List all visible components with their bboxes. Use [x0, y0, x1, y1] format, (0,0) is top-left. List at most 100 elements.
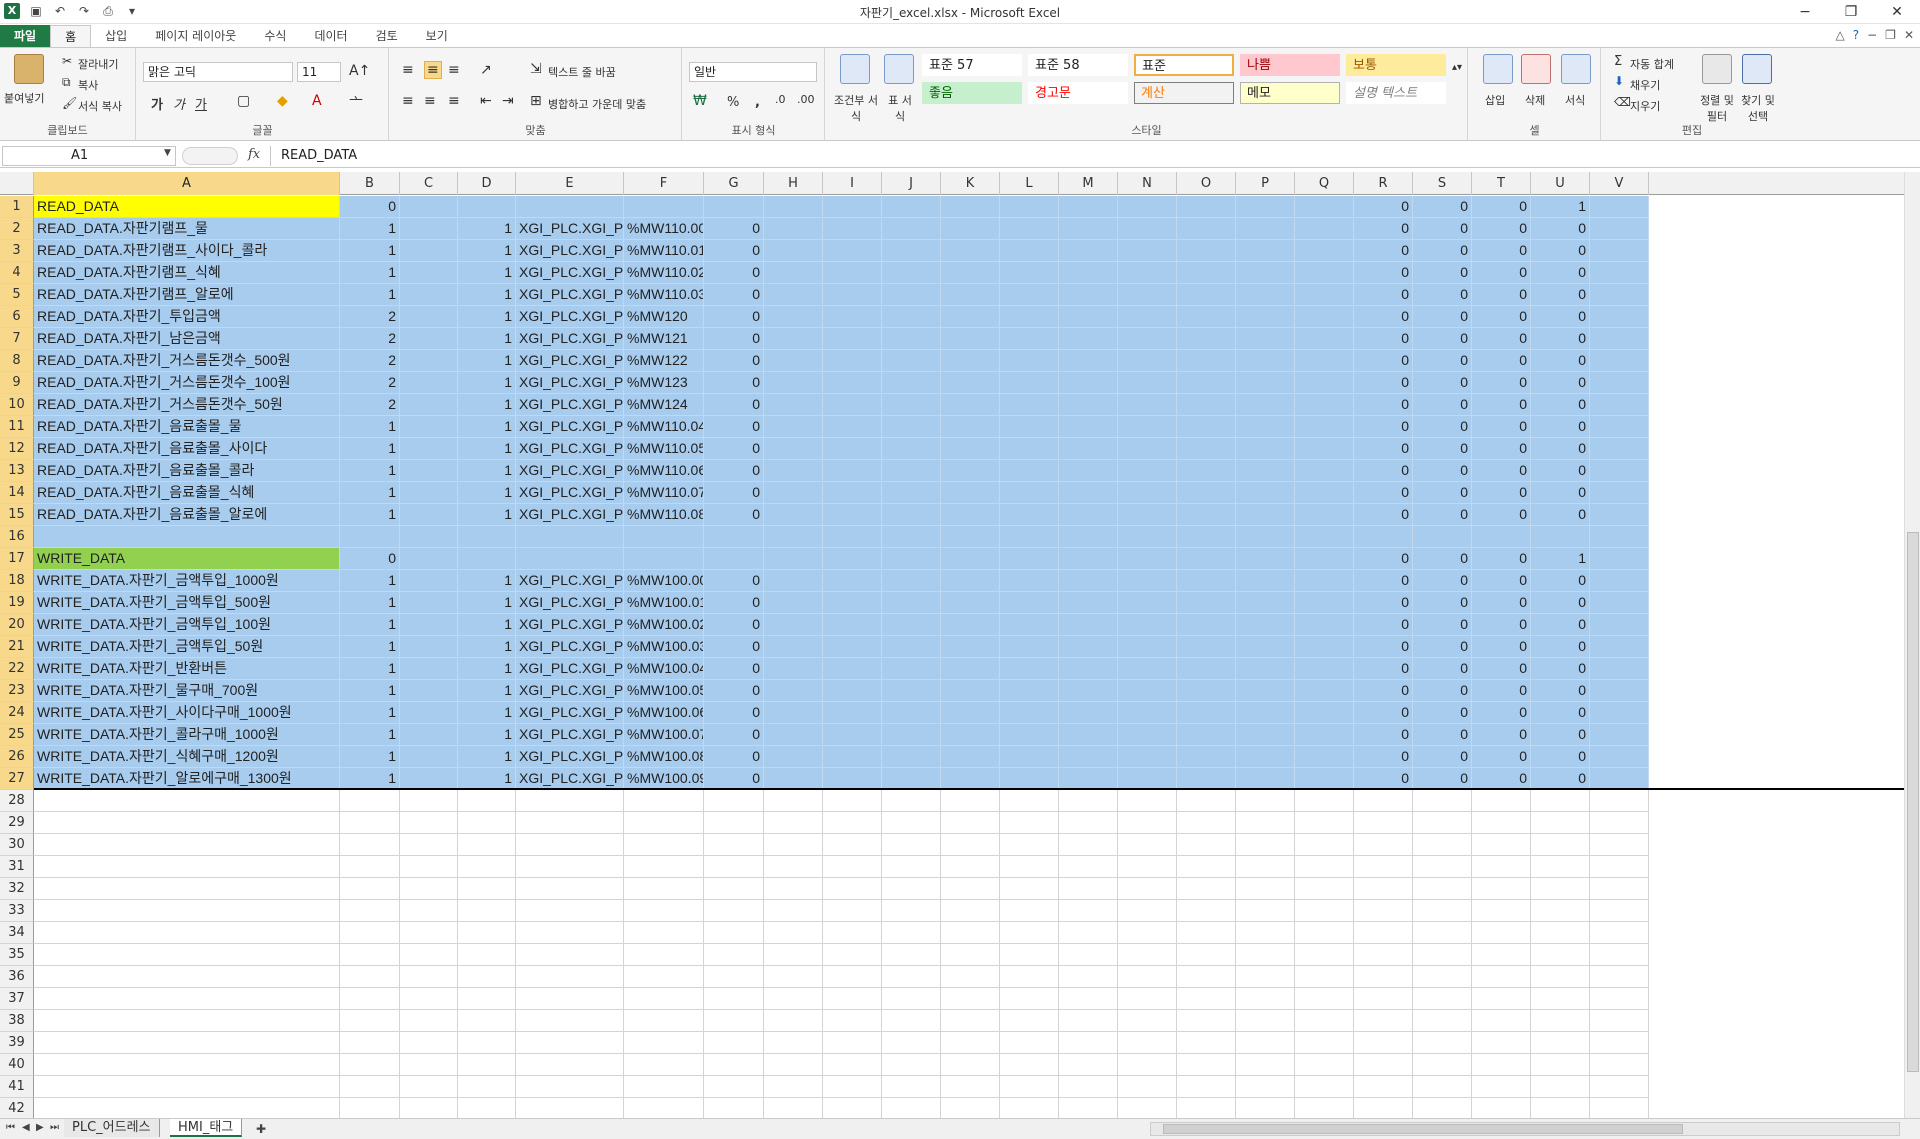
cell-e[interactable]	[516, 1098, 624, 1118]
cell-c[interactable]	[400, 834, 458, 856]
cell-v[interactable]	[1590, 966, 1649, 988]
cell-k[interactable]	[941, 526, 1000, 548]
cell-v[interactable]	[1590, 548, 1649, 570]
cell-p[interactable]	[1236, 988, 1295, 1010]
cell-e[interactable]	[516, 196, 624, 218]
cell-i[interactable]	[823, 592, 882, 614]
cell-e[interactable]: XGI_PLC.XGI_PLC	[516, 262, 624, 284]
cell-i[interactable]	[823, 1054, 882, 1076]
cell-o[interactable]	[1177, 922, 1236, 944]
cell-a[interactable]: READ_DATA.자판기램프_사이다_콜라	[34, 240, 340, 262]
bold-button[interactable]: 가	[151, 94, 163, 113]
cell-o[interactable]	[1177, 394, 1236, 416]
cell-i[interactable]	[823, 284, 882, 306]
cell-o[interactable]	[1177, 944, 1236, 966]
cell-d[interactable]	[458, 856, 516, 878]
table-format-button[interactable]: 표 서식	[884, 92, 916, 124]
cell-a[interactable]: READ_DATA.자판기_투입금액	[34, 306, 340, 328]
cell-t[interactable]	[1472, 878, 1531, 900]
cell-b[interactable]: 1	[340, 570, 400, 592]
cell-i[interactable]	[823, 350, 882, 372]
column-header-v[interactable]: V	[1590, 172, 1649, 195]
cell-p[interactable]	[1236, 746, 1295, 768]
cell-a[interactable]: READ_DATA.자판기_남은금액	[34, 328, 340, 350]
cell-m[interactable]	[1059, 592, 1118, 614]
cell-h[interactable]	[764, 988, 823, 1010]
cell-f[interactable]	[624, 1032, 704, 1054]
cell-d[interactable]: 1	[458, 328, 516, 350]
cell-n[interactable]	[1118, 680, 1177, 702]
cell-u[interactable]	[1531, 526, 1590, 548]
cell-a[interactable]: READ_DATA.자판기램프_알로에	[34, 284, 340, 306]
cell-r[interactable]	[1354, 834, 1413, 856]
row-header[interactable]: 37	[0, 988, 34, 1010]
cell-t[interactable]: 0	[1472, 394, 1531, 416]
vertical-scrollbar[interactable]	[1904, 172, 1920, 1118]
cell-j[interactable]	[882, 1076, 941, 1098]
last-sheet-icon[interactable]: ⏭	[50, 1122, 59, 1133]
cell-k[interactable]	[941, 944, 1000, 966]
cell-p[interactable]	[1236, 196, 1295, 218]
cell-u[interactable]	[1531, 966, 1590, 988]
row-header[interactable]: 13	[0, 460, 34, 482]
cell-c[interactable]	[400, 636, 458, 658]
cell-s[interactable]: 0	[1413, 262, 1472, 284]
cell-g[interactable]	[704, 548, 764, 570]
cell-n[interactable]	[1118, 372, 1177, 394]
cell-c[interactable]	[400, 768, 458, 790]
cell-c[interactable]	[400, 372, 458, 394]
cell-b[interactable]	[340, 1098, 400, 1118]
cell-j[interactable]	[882, 1032, 941, 1054]
cell-o[interactable]	[1177, 966, 1236, 988]
cell-g[interactable]: 0	[704, 570, 764, 592]
cell-i[interactable]	[823, 1076, 882, 1098]
cell-q[interactable]	[1295, 438, 1354, 460]
cell-v[interactable]	[1590, 1054, 1649, 1076]
cell-s[interactable]	[1413, 878, 1472, 900]
row-header[interactable]: 24	[0, 702, 34, 724]
cell-i[interactable]	[823, 900, 882, 922]
cell-m[interactable]	[1059, 196, 1118, 218]
cell-t[interactable]: 0	[1472, 262, 1531, 284]
cell-c[interactable]	[400, 1054, 458, 1076]
cell-v[interactable]	[1590, 416, 1649, 438]
cell-b[interactable]	[340, 988, 400, 1010]
cell-p[interactable]	[1236, 438, 1295, 460]
cell-j[interactable]	[882, 702, 941, 724]
cell-n[interactable]	[1118, 614, 1177, 636]
horizontal-scrollbar[interactable]	[1150, 1122, 1900, 1136]
cell-f[interactable]	[624, 834, 704, 856]
cell-r[interactable]: 0	[1354, 724, 1413, 746]
cell-v[interactable]	[1590, 240, 1649, 262]
cell-a[interactable]: READ_DATA.자판기_거스름돈갯수_50원	[34, 394, 340, 416]
cell-f[interactable]: %MW123	[624, 372, 704, 394]
cell-c[interactable]	[400, 218, 458, 240]
row-header[interactable]: 41	[0, 1076, 34, 1098]
cell-q[interactable]	[1295, 900, 1354, 922]
cell-l[interactable]	[1000, 1010, 1059, 1032]
cell-m[interactable]	[1059, 768, 1118, 790]
cell-m[interactable]	[1059, 900, 1118, 922]
cell-s[interactable]: 0	[1413, 328, 1472, 350]
cell-b[interactable]: 1	[340, 504, 400, 526]
cell-g[interactable]	[704, 900, 764, 922]
cell-u[interactable]	[1531, 834, 1590, 856]
cell-l[interactable]	[1000, 416, 1059, 438]
cell-r[interactable]: 0	[1354, 768, 1413, 790]
cell-i[interactable]	[823, 394, 882, 416]
cell-n[interactable]	[1118, 240, 1177, 262]
cell-p[interactable]	[1236, 768, 1295, 790]
cell-o[interactable]	[1177, 900, 1236, 922]
cell-q[interactable]	[1295, 350, 1354, 372]
cell-e[interactable]: XGI_PLC.XGI_PLC	[516, 438, 624, 460]
cell-t[interactable]: 0	[1472, 218, 1531, 240]
cell-r[interactable]: 0	[1354, 416, 1413, 438]
cell-i[interactable]	[823, 548, 882, 570]
cell-u[interactable]: 1	[1531, 196, 1590, 218]
cell-n[interactable]	[1118, 548, 1177, 570]
cell-c[interactable]	[400, 966, 458, 988]
fill-color-icon[interactable]: ◆	[277, 93, 288, 109]
cell-a[interactable]: READ_DATA.자판기_음료출몰_콜라	[34, 460, 340, 482]
cell-l[interactable]	[1000, 1076, 1059, 1098]
cell-d[interactable]	[458, 878, 516, 900]
